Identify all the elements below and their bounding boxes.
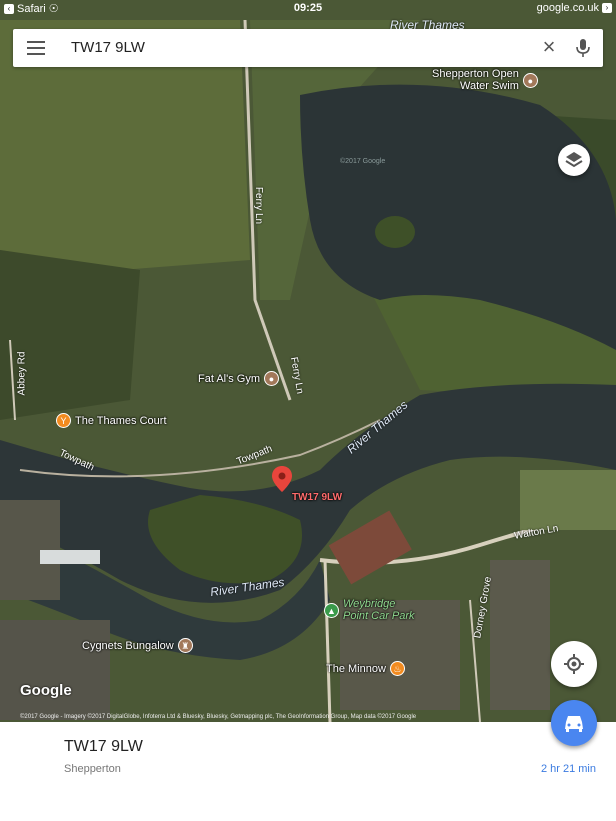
map-imagery xyxy=(0,0,616,722)
layers-button[interactable] xyxy=(558,144,590,176)
search-bar[interactable]: TW17 9LW × xyxy=(13,29,603,67)
browser-url[interactable]: google.co.uk › xyxy=(537,2,612,14)
poi-the-thames-court[interactable]: Y The Thames Court xyxy=(56,413,167,428)
directions-button[interactable] xyxy=(551,700,597,746)
landmark-icon: ♜ xyxy=(177,638,193,653)
satellite-map[interactable]: ‹ Safari ☉ 09:25 google.co.uk › TW17 9LW… xyxy=(0,0,616,722)
poi-cygnets-bungalow[interactable]: Cygnets Bungalow ♜ xyxy=(82,638,193,653)
park-icon: ▲ xyxy=(324,602,339,618)
map-attribution: ©2017 Google - Imagery ©2017 DigitalGlob… xyxy=(20,714,417,720)
gym-icon: ● xyxy=(264,371,279,386)
place-subtitle: Shepperton xyxy=(64,763,121,775)
location-pin-icon[interactable] xyxy=(272,466,292,500)
map-watermark: ©2017 Google xyxy=(340,158,386,165)
forward-arrow-icon: › xyxy=(602,3,612,13)
layers-icon xyxy=(565,152,583,168)
poi-shepperton-open-water-swim[interactable]: Shepperton Open Water Swim ● xyxy=(432,68,538,92)
status-time: 09:25 xyxy=(293,2,323,14)
poi-fat-als-gym[interactable]: Fat Al's Gym ● xyxy=(198,371,279,386)
my-location-button[interactable] xyxy=(551,641,597,687)
poi-label: The Thames Court xyxy=(75,414,167,427)
road-label: Ferry Ln xyxy=(253,186,265,225)
poi-label: The Minnow xyxy=(326,662,386,675)
poi-label: Weybridge Point Car Park xyxy=(343,598,415,622)
status-bar: ‹ Safari ☉ 09:25 google.co.uk › xyxy=(0,0,616,16)
place-sheet[interactable]: TW17 9LW Shepperton 2 hr 21 min xyxy=(0,722,616,821)
restaurant-icon: ♨ xyxy=(389,661,405,676)
place-title: TW17 9LW xyxy=(64,738,143,755)
poi-weybridge-point-car-park[interactable]: ▲ Weybridge Point Car Park xyxy=(324,598,415,622)
poi-the-minnow[interactable]: The Minnow ♨ xyxy=(326,661,405,676)
landmark-icon: ● xyxy=(522,72,538,88)
menu-icon[interactable] xyxy=(27,41,45,55)
bar-icon: Y xyxy=(56,413,71,428)
poi-label: Shepperton Open Water Swim xyxy=(432,68,519,92)
microphone-icon[interactable] xyxy=(573,37,593,59)
clear-icon[interactable]: × xyxy=(537,35,561,59)
crosshair-icon xyxy=(564,654,584,674)
poi-label: Fat Al's Gym xyxy=(198,372,260,385)
poi-label: Cygnets Bungalow xyxy=(82,639,174,652)
travel-time[interactable]: 2 hr 21 min xyxy=(541,763,596,775)
url-label: google.co.uk xyxy=(536,2,599,14)
road-label: Abbey Rd xyxy=(16,351,28,396)
search-query[interactable]: TW17 9LW xyxy=(71,39,145,56)
google-logo: Google xyxy=(20,682,72,699)
pin-label: TW17 9LW xyxy=(292,492,343,503)
car-icon xyxy=(565,716,583,732)
